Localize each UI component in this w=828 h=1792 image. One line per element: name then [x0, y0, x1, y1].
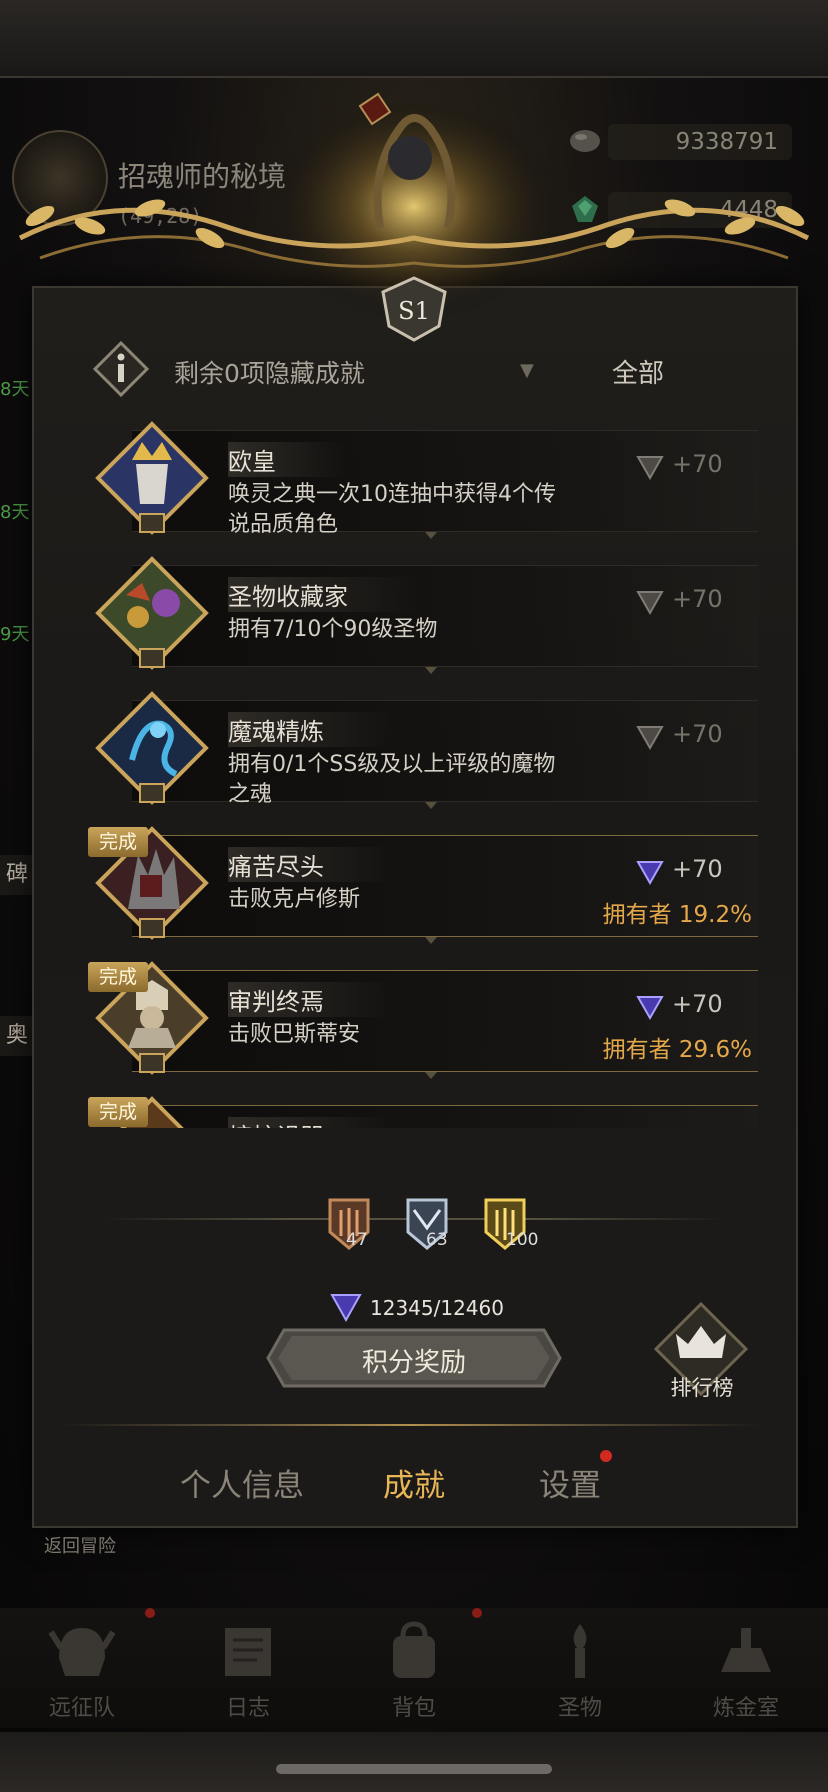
season-badge-icon: S1	[381, 276, 447, 342]
side-tag[interactable]: 碑	[0, 855, 34, 895]
relic-collection-portrait-icon	[95, 556, 209, 670]
leaderboard-label[interactable]: 排行榜	[660, 1372, 744, 1402]
achievement-row[interactable]: 欧皇 唤灵之典一次10连抽中获得4个传说品质角色 +70	[92, 420, 758, 539]
achievement-desc: 唤灵之典一次10连抽中获得4个传说品质角色	[228, 482, 556, 537]
tab-profile[interactable]: 个人信息	[180, 1460, 304, 1505]
journal-icon	[225, 1628, 271, 1676]
achievement-desc: 击败巴斯蒂安	[228, 1022, 361, 1047]
triangle-point-icon	[330, 1294, 362, 1322]
achievement-points: +70	[636, 855, 723, 885]
achievement-row[interactable]: 完成 痛苦尽头 击败克卢修斯 +70 拥有者 19.2%	[88, 825, 758, 944]
achievement-points: +70	[636, 585, 723, 615]
nav-relics[interactable]: 圣物	[520, 1612, 640, 1722]
blue-spirit-portrait-icon	[95, 691, 209, 805]
nav-notification-dot	[145, 1608, 155, 1618]
achievement-points: +70	[636, 450, 723, 480]
nav-backpack[interactable]: 背包	[354, 1612, 474, 1722]
tab-settings[interactable]: 设置	[539, 1460, 601, 1505]
achievement-desc: 拥有7/10个90级圣物	[228, 617, 438, 642]
side-timer: 9天	[0, 624, 30, 645]
nav-journal[interactable]: 日志	[188, 1612, 308, 1722]
achievement-title: 痛苦尽头	[228, 847, 394, 882]
points-reward-label[interactable]: 积分奖励	[266, 1342, 562, 1379]
nav-expedition[interactable]: 远征队	[22, 1612, 142, 1722]
achievement-row[interactable]: 完成 熔炉诅咒	[88, 1095, 758, 1128]
triangle-point-icon	[636, 591, 664, 615]
side-tag[interactable]: 奥	[0, 1016, 34, 1056]
completed-tag: 完成	[88, 1097, 148, 1127]
achievement-title: 审判终焉	[228, 982, 394, 1017]
filter-dropdown[interactable]: 全部	[612, 353, 664, 390]
bronze-medal-count: 47	[346, 1230, 368, 1250]
achievement-row[interactable]: 完成 审判终焉 击败巴斯蒂安 +70 拥有者 29.6%	[88, 960, 758, 1079]
owner-percentage: 拥有者 29.6%	[602, 1037, 752, 1063]
triangle-point-icon	[636, 456, 664, 480]
achievement-row[interactable]: 圣物收藏家 拥有7/10个90级圣物 +70	[92, 555, 758, 674]
achievement-title: 熔炉诅咒	[228, 1117, 394, 1128]
owner-percentage: 拥有者 19.2%	[602, 902, 752, 928]
triangle-point-icon	[636, 861, 664, 885]
achievement-points: +70	[636, 720, 723, 750]
hidden-achievements-label: 剩余0项隐藏成就	[174, 359, 365, 388]
side-timer: 8天	[0, 502, 30, 523]
alchemy-icon	[721, 1628, 771, 1672]
torch-icon	[573, 1624, 587, 1678]
achievement-points: +70	[636, 990, 723, 1020]
home-indicator[interactable]	[276, 1764, 552, 1774]
triangle-point-icon	[636, 996, 664, 1020]
info-icon[interactable]	[92, 340, 150, 398]
back-to-adventure-link[interactable]: 返回冒险	[44, 1532, 116, 1558]
crowned-king-portrait-icon	[95, 421, 209, 535]
completed-tag: 完成	[88, 962, 148, 992]
achievement-title: 欧皇	[228, 442, 346, 477]
bottom-frame	[0, 1732, 828, 1792]
dropdown-arrow-icon[interactable]: ▼	[520, 360, 534, 381]
achievement-title: 魔魂精炼	[228, 712, 394, 747]
achievement-desc: 拥有0/1个SS级及以上评级的魔物之魂	[228, 752, 556, 807]
triangle-point-icon	[636, 726, 664, 750]
helmet-icon	[48, 1628, 116, 1676]
backpack-icon	[393, 1621, 435, 1678]
top-frame	[0, 0, 828, 78]
achievement-title: 圣物收藏家	[228, 577, 418, 612]
total-points: 12345/12460	[370, 1296, 504, 1320]
achievement-list[interactable]: 欧皇 唤灵之典一次10连抽中获得4个传说品质角色 +70 圣物收藏家 拥有7/1…	[32, 412, 794, 1128]
notification-dot	[600, 1450, 612, 1462]
gold-medal-count: 100	[506, 1230, 539, 1250]
tab-achievements[interactable]: 成就	[383, 1460, 445, 1505]
completed-tag: 完成	[88, 827, 148, 857]
achievement-row[interactable]: 魔魂精炼 拥有0/1个SS级及以上评级的魔物之魂 +70	[92, 690, 758, 809]
svg-text:S1: S1	[398, 297, 430, 325]
achievement-desc: 击败克卢修斯	[228, 887, 361, 912]
tab-divider	[60, 1424, 760, 1426]
silver-medal-count: 63	[426, 1230, 448, 1250]
nav-alchemy[interactable]: 炼金室	[686, 1612, 806, 1722]
side-timer: 8天	[0, 379, 30, 400]
